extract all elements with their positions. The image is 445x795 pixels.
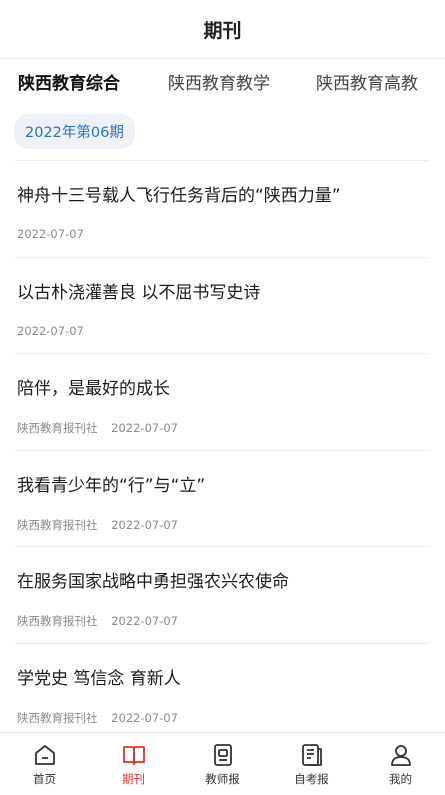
- article-date: 2022-07-07: [111, 421, 178, 435]
- list-item[interactable]: 神舟十三号载人飞行任务背后的“陕西力量” 2022-07-07: [15, 160, 430, 257]
- list-item[interactable]: 以古朴浇灌善良 以不屈书写史诗 2022-07-07: [15, 256, 430, 354]
- nav-label: 首页: [33, 771, 56, 786]
- bottom-navigation: 首页 期刊 教师报 自考报 我的: [0, 732, 445, 795]
- nav-home[interactable]: 首页: [0, 733, 89, 795]
- article-date: 2022-07-07: [111, 517, 178, 532]
- article-source: 陕西教育报刊社: [17, 517, 98, 532]
- article-date: 2022-07-07: [17, 323, 84, 338]
- article-source: 陕西教育报刊社: [17, 614, 98, 628]
- tab-shaanxi-education-teaching[interactable]: 陕西教育教学: [160, 69, 278, 94]
- category-tabs: 陕西教育综合 陕西教育教学 陕西教育高教: [0, 59, 445, 103]
- nav-teacher-paper[interactable]: 教师报: [178, 733, 267, 795]
- teacher-paper-icon: [213, 743, 232, 766]
- nav-label: 自考报: [294, 771, 329, 786]
- issue-selector[interactable]: 2022年第06期: [14, 114, 135, 149]
- exam-paper-icon: [301, 743, 322, 766]
- article-source: 陕西教育报刊社: [17, 710, 98, 725]
- article-title: 陪伴，是最好的成长: [17, 379, 170, 399]
- article-title: 在服务国家战略中勇担强农兴农使命: [17, 572, 289, 592]
- home-icon: [34, 744, 55, 765]
- list-item[interactable]: 学党史 笃信念 育新人 陕西教育报刊社 2022-07-07: [15, 642, 430, 740]
- article-title: 神舟十三号载人飞行任务背后的“陕西力量”: [17, 186, 341, 206]
- article-list: 神舟十三号载人飞行任务背后的“陕西力量” 2022-07-07 以古朴浇灌善良 …: [15, 160, 430, 739]
- book-icon: [122, 745, 145, 765]
- tab-label: 陕西教育教学: [168, 73, 270, 94]
- list-item[interactable]: 陪伴，是最好的成长 陕西教育报刊社 2022-07-07: [15, 353, 430, 450]
- article-meta: 2022-07-07: [17, 227, 84, 241]
- article-date: 2022-07-07: [17, 227, 84, 241]
- list-item[interactable]: 我看青少年的“行”与“立” 陕西教育报刊社 2022-07-07: [15, 449, 430, 547]
- article-title: 学党史 笃信念 育新人: [17, 668, 181, 689]
- article-meta: 陕西教育报刊社 2022-07-07: [17, 613, 178, 629]
- article-meta: 陕西教育报刊社 2022-07-07: [17, 420, 178, 436]
- user-icon: [390, 744, 411, 766]
- page-title: 期刊: [203, 19, 242, 42]
- article-source: 陕西教育报刊社: [17, 421, 98, 435]
- list-item[interactable]: 在服务国家战略中勇担强农兴农使命 陕西教育报刊社 2022-07-07: [15, 546, 430, 643]
- article-date: 2022-07-07: [111, 710, 178, 725]
- article-meta: 陕西教育报刊社 2022-07-07: [17, 517, 178, 533]
- article-title: 以古朴浇灌善良 以不屈书写史诗: [17, 282, 261, 303]
- nav-mine[interactable]: 我的: [356, 733, 445, 795]
- nav-label: 我的: [389, 771, 412, 786]
- top-bar: 期刊: [0, 0, 445, 59]
- tab-label: 陕西教育综合: [18, 73, 120, 94]
- tab-shaanxi-education-general[interactable]: 陕西教育综合: [10, 69, 128, 103]
- article-title: 我看青少年的“行”与“立”: [17, 475, 206, 496]
- active-tab-indicator: [62, 102, 76, 103]
- article-meta: 陕西教育报刊社 2022-07-07: [17, 710, 178, 726]
- nav-label: 期刊: [122, 771, 145, 786]
- nav-label: 教师报: [205, 771, 240, 786]
- tab-label: 陕西教育高教: [316, 73, 418, 94]
- nav-journal[interactable]: 期刊: [89, 733, 178, 795]
- article-date: 2022-07-07: [111, 614, 178, 628]
- tab-shaanxi-education-higher[interactable]: 陕西教育高教: [308, 69, 426, 94]
- article-meta: 2022-07-07: [17, 324, 84, 338]
- nav-exam-paper[interactable]: 自考报: [267, 733, 356, 795]
